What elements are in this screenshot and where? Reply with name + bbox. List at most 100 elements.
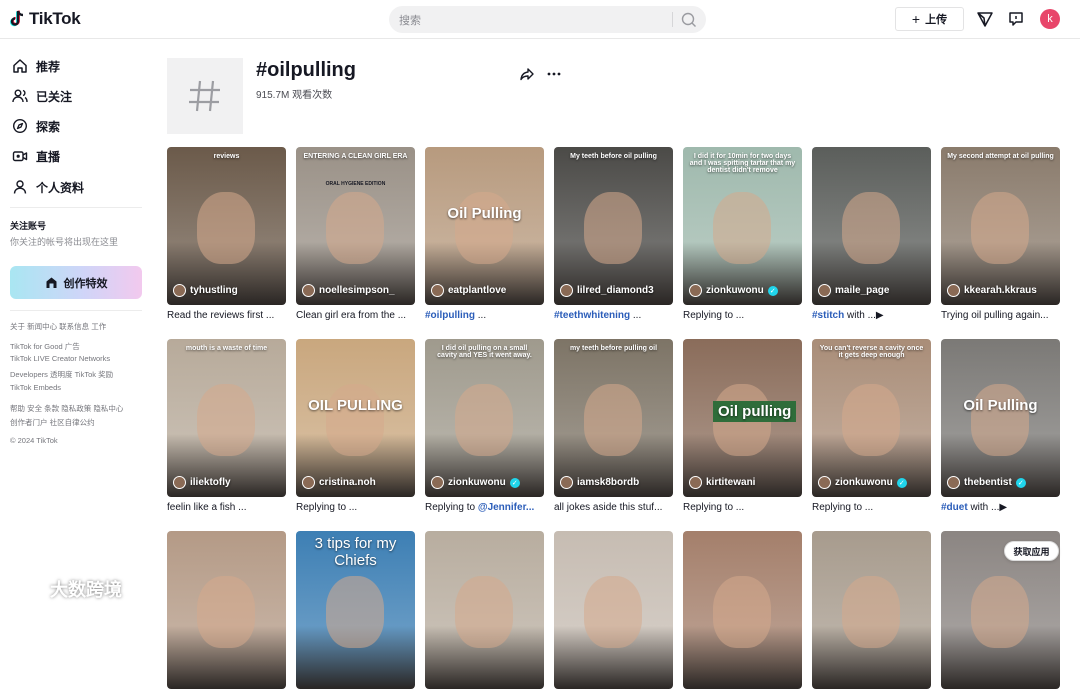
footer-links[interactable]: TikTok Embeds <box>10 383 61 392</box>
video-author[interactable]: noellesimpson_ <box>302 284 395 297</box>
video-caption[interactable]: all jokes aside this stuf... <box>554 502 673 513</box>
upload-button[interactable]: + 上传 <box>895 7 964 31</box>
video-thumbnail[interactable]: I did it for 10min for two days and I wa… <box>683 147 802 305</box>
sidebar-item-profile[interactable]: 个人资料 <box>12 177 84 197</box>
video-caption[interactable]: Clean girl era from the ... <box>296 310 415 321</box>
video-card[interactable] <box>683 531 802 689</box>
video-card[interactable]: My second attempt at oil pulling kkearah.… <box>941 147 1060 321</box>
video-card[interactable]: maile_page #stitch with ...▶ <box>812 147 931 321</box>
person-silhouette <box>326 384 384 456</box>
video-caption[interactable]: Trying oil pulling again... <box>941 310 1060 321</box>
video-thumbnail[interactable]: I did oil pulling on a small cavity and … <box>425 339 544 497</box>
video-author[interactable]: kirtitewani <box>689 476 755 489</box>
video-author[interactable]: maile_page <box>818 284 889 297</box>
search-bar[interactable]: 搜索 <box>389 6 706 33</box>
search-input[interactable]: 搜索 <box>399 12 421 28</box>
video-thumbnail[interactable]: maile_page <box>812 147 931 305</box>
inbox-send-icon[interactable] <box>976 10 994 28</box>
video-caption[interactable]: Read the reviews first ... <box>167 310 286 321</box>
video-author[interactable]: iliektofly <box>173 476 231 489</box>
video-author[interactable]: iamsk8bordb <box>560 476 639 489</box>
video-author[interactable]: eatplantlove <box>431 284 506 297</box>
video-caption[interactable]: #teethwhitening ... <box>554 310 673 321</box>
video-caption[interactable]: #oilpulling ... <box>425 310 544 321</box>
share-icon[interactable] <box>519 66 535 82</box>
video-caption[interactable]: Replying to @Jennifer... <box>425 502 544 513</box>
following-accounts-title: 关注账号 <box>10 221 47 231</box>
video-caption[interactable]: Replying to ... <box>296 502 415 513</box>
video-thumbnail[interactable]: my teeth before pulling oil iamsk8bordb <box>554 339 673 497</box>
video-thumbnail[interactable] <box>425 531 544 689</box>
video-caption[interactable]: Replying to ... <box>683 310 802 321</box>
video-thumbnail[interactable]: Oil Pulling eatplantlove <box>425 147 544 305</box>
caption-hashtag[interactable]: #teethwhitening <box>554 310 630 321</box>
video-caption[interactable]: #duet with ...▶ <box>941 502 1060 513</box>
video-card[interactable]: 3 tips for my Chiefs <box>296 531 415 689</box>
video-author[interactable]: thebentist ✓ <box>947 476 1026 489</box>
sidebar-item-home[interactable]: 推荐 <box>12 56 60 76</box>
video-thumbnail[interactable] <box>683 531 802 689</box>
video-thumbnail[interactable] <box>554 531 673 689</box>
video-author[interactable]: lilred_diamond3 <box>560 284 654 297</box>
footer-links[interactable]: 帮助 安全 条款 隐私政策 隐私中心 <box>10 403 123 414</box>
video-card[interactable] <box>167 531 286 689</box>
caption-hashtag[interactable]: @Jennifer... <box>478 502 534 513</box>
sidebar-item-label: 直播 <box>36 149 61 164</box>
video-card[interactable]: Oil Pulling thebentist ✓ #duet with ...▶ <box>941 339 1060 513</box>
footer-links[interactable]: TikTok for Good 广告 <box>10 341 80 352</box>
sidebar-item-live[interactable]: 直播 <box>12 146 60 166</box>
video-card[interactable]: OIL PULLING cristina.noh Replying to ... <box>296 339 415 513</box>
video-card[interactable]: Oil Pulling eatplantlove #oilpulling ... <box>425 147 544 321</box>
video-author[interactable]: zionkuwonu ✓ <box>431 476 520 489</box>
messages-icon[interactable] <box>1007 10 1025 28</box>
video-card[interactable]: ENTERING A CLEAN GIRL ERA ORAL HYGIENE ED… <box>296 147 415 321</box>
video-caption[interactable]: #stitch with ...▶ <box>812 310 931 321</box>
video-thumbnail[interactable]: reviews tyhustling <box>167 147 286 305</box>
video-card[interactable]: reviews tyhustling Read the reviews first … <box>167 147 286 321</box>
video-author[interactable]: zionkuwonu ✓ <box>689 284 778 297</box>
video-author[interactable]: kkearah.kkraus <box>947 284 1037 297</box>
video-thumbnail[interactable]: Oil pulling kirtitewani <box>683 339 802 497</box>
video-thumbnail[interactable]: My second attempt at oil pulling kkearah.… <box>941 147 1060 305</box>
video-author[interactable]: tyhustling <box>173 284 238 297</box>
video-caption[interactable]: feelin like a fish ... <box>167 502 286 513</box>
video-card[interactable] <box>554 531 673 689</box>
video-card[interactable]: You can't reverse a cavity once it gets … <box>812 339 931 513</box>
video-thumbnail[interactable] <box>812 531 931 689</box>
video-card[interactable] <box>812 531 931 689</box>
caption-hashtag[interactable]: #duet <box>941 502 968 513</box>
caption-hashtag[interactable]: #oilpulling <box>425 310 475 321</box>
video-caption[interactable]: Replying to ... <box>812 502 931 513</box>
sidebar-item-following[interactable]: 已关注 <box>12 86 72 106</box>
video-thumbnail[interactable]: mouth is a waste of time iliektofly <box>167 339 286 497</box>
video-card[interactable]: my teeth before pulling oil iamsk8bordb al… <box>554 339 673 513</box>
video-card[interactable]: I did oil pulling on a small cavity and … <box>425 339 544 513</box>
footer-links[interactable]: 关于 新闻中心 联系信息 工作 <box>10 321 106 332</box>
get-app-button[interactable]: 获取应用 <box>1004 541 1059 561</box>
video-thumbnail[interactable]: You can't reverse a cavity once it gets … <box>812 339 931 497</box>
video-thumbnail[interactable]: 3 tips for my Chiefs <box>296 531 415 689</box>
search-icon[interactable] <box>679 10 699 30</box>
footer-links[interactable]: 创作者门户 社区自律公约 <box>10 417 95 428</box>
footer-links[interactable]: TikTok LIVE Creator Networks <box>10 354 110 363</box>
video-card[interactable] <box>425 531 544 689</box>
video-thumbnail[interactable]: OIL PULLING cristina.noh <box>296 339 415 497</box>
video-card[interactable]: Oil pulling kirtitewani Replying to ... <box>683 339 802 513</box>
caption-hashtag[interactable]: #stitch <box>812 310 844 321</box>
video-author[interactable]: cristina.noh <box>302 476 376 489</box>
video-thumbnail[interactable]: ENTERING A CLEAN GIRL ERA ORAL HYGIENE ED… <box>296 147 415 305</box>
video-thumbnail[interactable]: My teeth before oil pulling lilred_diamon… <box>554 147 673 305</box>
video-card[interactable]: I did it for 10min for two days and I wa… <box>683 147 802 321</box>
create-effects-button[interactable]: 创作特效 <box>10 266 142 299</box>
video-thumbnail[interactable]: Oil Pulling thebentist ✓ <box>941 339 1060 497</box>
footer-links[interactable]: Developers 透明度 TikTok 奖励 <box>10 369 113 380</box>
video-card[interactable]: My teeth before oil pulling lilred_diamon… <box>554 147 673 321</box>
more-options-icon[interactable] <box>546 66 562 82</box>
video-card[interactable]: mouth is a waste of time iliektofly feelin… <box>167 339 286 513</box>
sidebar-item-explore[interactable]: 探索 <box>12 116 60 136</box>
video-thumbnail[interactable] <box>167 531 286 689</box>
tiktok-logo[interactable]: TikTok <box>10 9 81 29</box>
video-author[interactable]: zionkuwonu ✓ <box>818 476 907 489</box>
avatar[interactable]: k <box>1040 9 1060 29</box>
video-caption[interactable]: Replying to ... <box>683 502 802 513</box>
